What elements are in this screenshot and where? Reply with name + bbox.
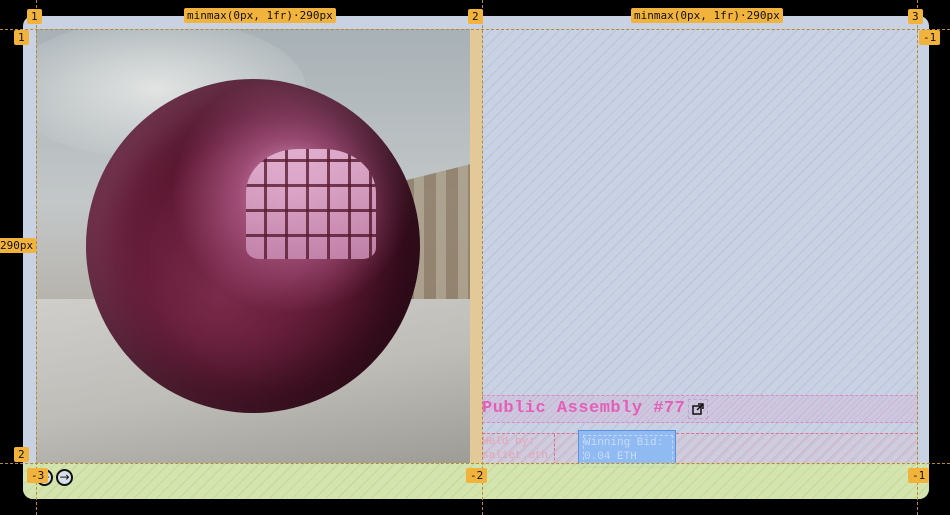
sphere-reflection [246,149,376,259]
held-by: Held by: saliet.eth [482,434,555,465]
row-line-number-2: 2 [14,447,29,462]
winning-bid-label: Winning Bid: [584,437,664,449]
row-line-number-neg-1-top: -1 [919,30,941,45]
artwork-image[interactable] [36,29,470,463]
grid-line-col-2 [482,0,483,515]
grid-line-col-3 [917,0,918,515]
details-cell: Public Assembly #77 Held by: saliet.eth … [482,29,918,468]
artwork-cell [36,29,470,463]
meta-row: Held by: saliet.eth Winning Bid: 0.04 ET… [482,430,918,468]
column-track-label-1: minmax(0px, 1fr)·290px [184,8,336,23]
chrome-sphere [86,79,420,413]
title-row: Public Assembly #77 [482,395,918,423]
row-track-label: 290px [0,238,37,253]
held-by-label: Held by: [482,436,535,448]
auction-card: Public Assembly #77 Held by: saliet.eth … [23,16,929,499]
row-line-number-neg-1-bottom: -1 [908,468,930,483]
grid-line-col-1 [36,0,37,515]
winning-bid-content: Winning Bid: 0.04 ETH [583,435,673,465]
external-link-button[interactable] [688,399,708,419]
column-gap [470,29,482,463]
column-track-label-2: minmax(0px, 1fr)·290px [631,8,783,23]
winning-bid-value: 0.04 ETH [584,451,637,463]
external-link-icon [692,403,704,415]
column-line-number-neg-2: -2 [466,468,488,483]
next-button[interactable]: → [56,469,73,486]
column-line-number-2: 2 [468,9,483,24]
grid-line-row-1 [0,29,950,30]
listing-title: Public Assembly #77 [482,399,686,418]
column-line-number-1: 1 [27,9,42,24]
column-line-number-3: 3 [908,9,923,24]
grid-line-row-2 [0,463,950,464]
held-by-value[interactable]: saliet.eth [482,449,554,463]
column-line-number-neg-3: -3 [27,468,49,483]
row-line-number-1: 1 [14,30,29,45]
arrow-right-circle-icon: → [59,470,70,484]
